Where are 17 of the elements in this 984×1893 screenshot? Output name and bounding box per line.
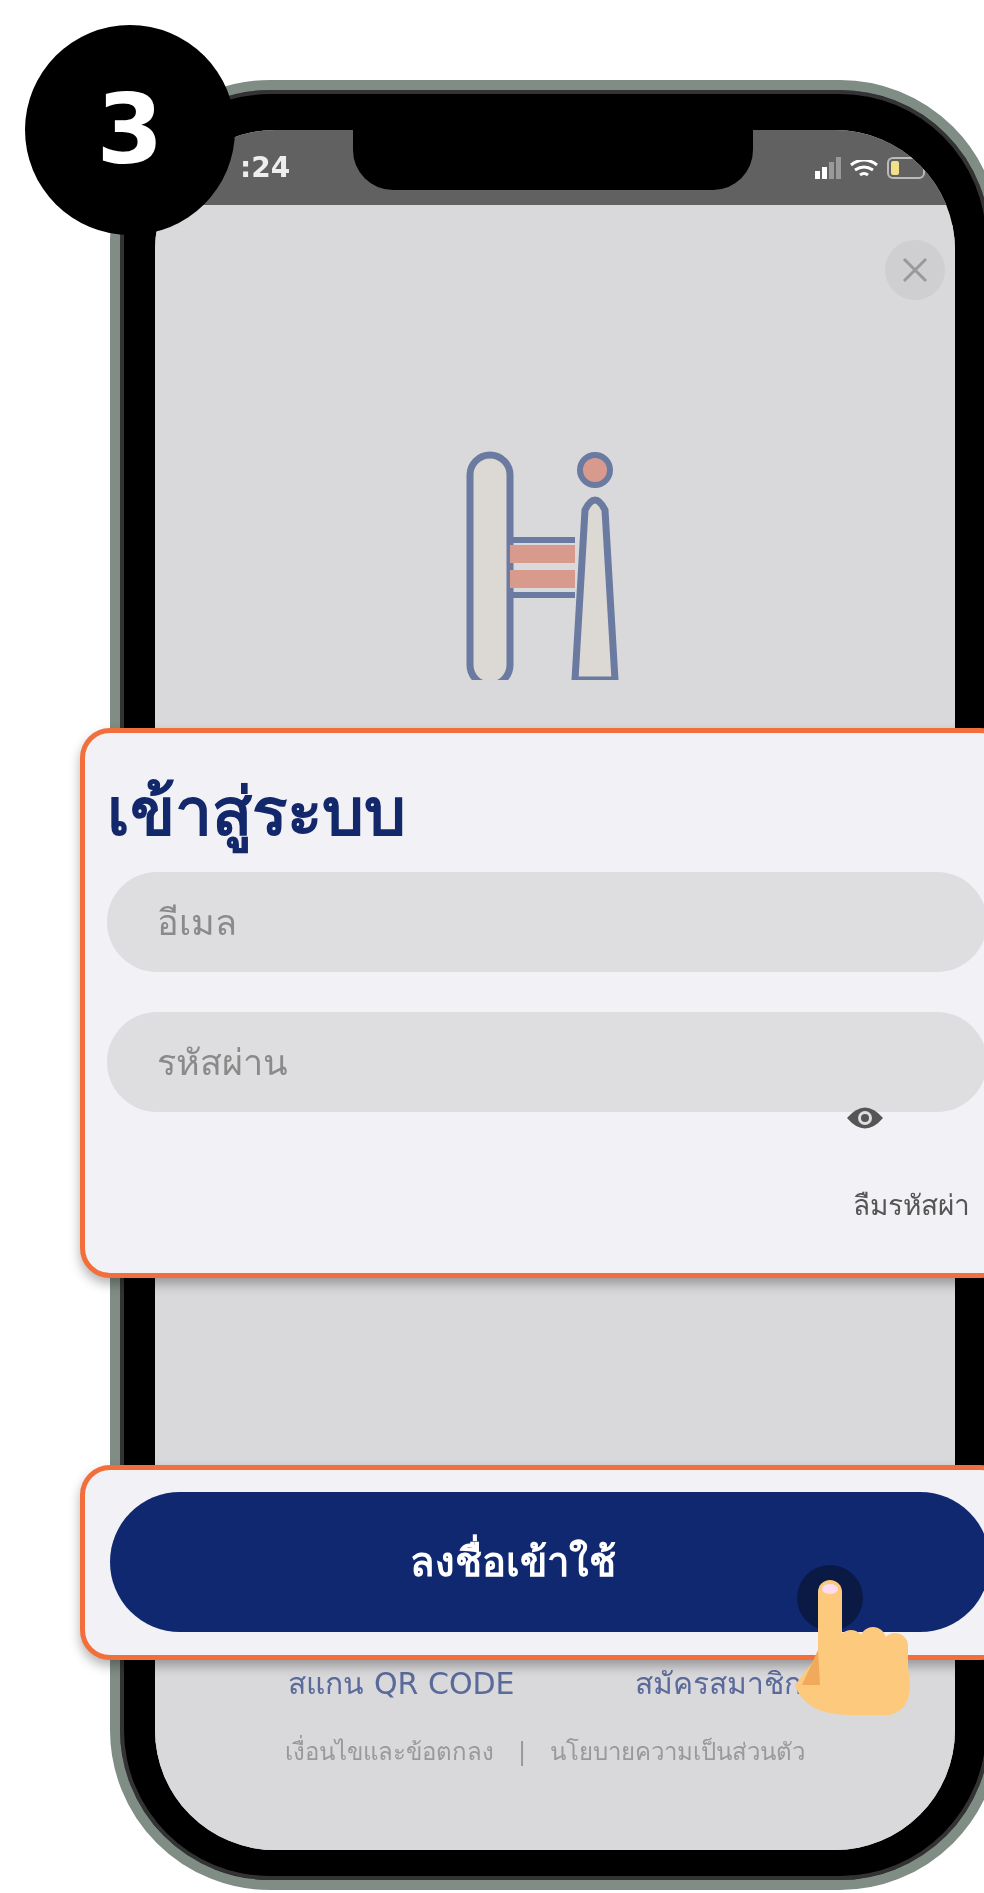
forgot-password-link[interactable]: ลืมรหัสผ่า	[853, 1185, 970, 1227]
register-link[interactable]: สมัครสมาชิก	[634, 1661, 802, 1706]
scan-qr-link[interactable]: สแกน QR CODE	[288, 1661, 515, 1706]
privacy-link[interactable]: นโยบายความเป็นส่วนตัว	[550, 1734, 806, 1770]
signal-icon	[815, 156, 841, 179]
separator: |	[517, 1737, 527, 1768]
password-field[interactable]: รหัสผ่าน	[107, 1012, 984, 1113]
eye-icon[interactable]	[845, 1105, 885, 1131]
step-number: 3	[25, 25, 235, 235]
close-icon	[900, 255, 930, 285]
email-field[interactable]: อีเมล	[107, 872, 984, 973]
terms-link[interactable]: เงื่อนไขและข้อตกลง	[284, 1734, 494, 1770]
login-title: เข้าสู่ระบบ	[107, 773, 984, 853]
status-time: :24	[240, 149, 291, 186]
battery-icon	[887, 156, 925, 179]
login-button[interactable]: ลงชื่อเข้าใช้	[110, 1492, 984, 1632]
wifi-icon	[849, 159, 879, 176]
